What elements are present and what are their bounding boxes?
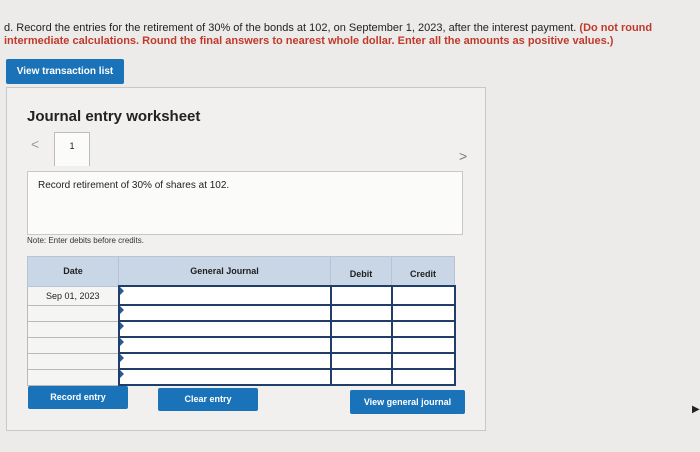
account-input[interactable]: [117, 336, 332, 354]
account-input[interactable]: [117, 285, 332, 306]
page-edge-arrow-icon: ▶: [692, 404, 700, 415]
table-row: [27, 352, 456, 370]
debit-input[interactable]: [329, 320, 393, 338]
worksheet-title: Journal entry worksheet: [27, 108, 201, 125]
view-transaction-list-button[interactable]: View transaction list: [6, 59, 124, 84]
entry-description: Record retirement of 30% of shares at 10…: [27, 171, 463, 235]
account-input[interactable]: [117, 352, 332, 370]
entry-description-text: Record retirement of 30% of shares at 10…: [38, 180, 230, 191]
dropdown-marker-icon: [119, 287, 124, 295]
table-row: [27, 368, 456, 386]
date-cell: [27, 320, 119, 338]
debit-input[interactable]: [329, 352, 393, 370]
table-row: Sep 01, 2023: [27, 285, 456, 306]
journal-entry-worksheet: Journal entry worksheet < 1 > Record ret…: [6, 87, 486, 431]
dropdown-marker-icon: [119, 322, 124, 330]
credit-input[interactable]: [390, 352, 456, 370]
date-cell: [27, 352, 119, 370]
dropdown-marker-icon: [119, 338, 124, 346]
date-cell: [27, 304, 119, 322]
dropdown-marker-icon: [119, 354, 124, 362]
credit-input[interactable]: [390, 320, 456, 338]
account-input[interactable]: [117, 368, 332, 386]
date-cell: [27, 368, 119, 386]
question-body: Record the entries for the retirement of…: [16, 22, 577, 34]
credit-input[interactable]: [390, 336, 456, 354]
clear-entry-button[interactable]: Clear entry: [158, 388, 258, 411]
header-credit: Credit: [391, 256, 455, 287]
credit-input[interactable]: [390, 304, 456, 322]
credit-input[interactable]: [390, 285, 456, 306]
worksheet-tab-1[interactable]: 1: [54, 132, 90, 166]
view-general-journal-button[interactable]: View general journal: [350, 390, 465, 414]
account-input[interactable]: [117, 304, 332, 322]
debit-input[interactable]: [329, 285, 393, 306]
credit-input[interactable]: [390, 368, 456, 386]
record-entry-button[interactable]: Record entry: [28, 386, 128, 409]
question-label: d.: [4, 22, 14, 34]
dropdown-marker-icon: [119, 306, 124, 314]
debit-input[interactable]: [329, 368, 393, 386]
chevron-right-icon[interactable]: >: [459, 148, 467, 164]
account-input[interactable]: [117, 320, 332, 338]
debit-input[interactable]: [329, 304, 393, 322]
header-general-journal: General Journal: [118, 256, 331, 287]
header-date: Date: [27, 256, 119, 287]
question-text: d. Record the entries for the retirement…: [4, 22, 694, 48]
date-cell: [27, 336, 119, 354]
table-row: [27, 320, 456, 338]
journal-header-row: Date General Journal Debit Credit: [27, 256, 455, 287]
entry-note: Note: Enter debits before credits.: [27, 236, 144, 245]
debit-input[interactable]: [329, 336, 393, 354]
journal-table: Date General Journal Debit Credit Sep 01…: [27, 256, 456, 386]
dropdown-marker-icon: [119, 370, 124, 378]
table-row: [27, 336, 456, 354]
chevron-left-icon[interactable]: <: [31, 136, 39, 152]
table-row: [27, 304, 456, 322]
header-debit: Debit: [330, 256, 392, 287]
date-cell: Sep 01, 2023: [27, 285, 119, 306]
